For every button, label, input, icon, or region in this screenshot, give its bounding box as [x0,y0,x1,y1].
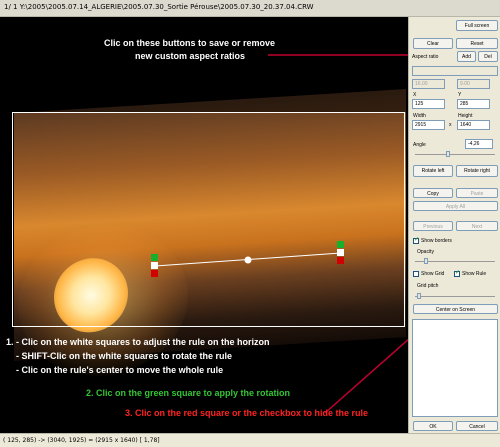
opacity-label: Opacity [417,249,434,255]
green-square-note: 2. Clic on the green square to apply the… [86,388,291,398]
rotate-left-button[interactable]: Rotate left [413,165,453,177]
del-ratio-button[interactable]: Del [478,51,498,62]
image-viewport[interactable]: Clic on these buttons to save or remove … [0,17,408,433]
aspect-ratio-select [412,66,498,76]
show-borders-label: Show borders [421,238,452,244]
apply-rotation-square-left[interactable] [151,254,158,261]
copy-button[interactable]: Copy [413,188,453,198]
rotate-right-button[interactable]: Rotate right [456,165,498,177]
control-panel: Full screen Clear Reset Aspect ratio Add… [408,17,500,433]
instruction-2: - SHIFT-Clic on the white squares to rot… [16,351,233,361]
annotation-top-1: Clic on these buttons to save or remove [104,38,276,48]
show-rule-label: Show Rule [462,271,487,277]
aspect-ratio-label: Aspect ratio [412,54,439,60]
y-label: Y [458,92,462,98]
instruction-1: 1. - Clic on the white squares to adjust… [6,337,270,347]
width-label: Width [413,113,426,119]
status-bar: ( 125, 285) -> (3040, 1925) = (2915 x 16… [0,433,500,447]
show-grid-checkbox[interactable] [413,271,419,277]
callout-line-rule [324,338,408,414]
reset-button[interactable]: Reset [456,38,498,49]
grid-pitch-slider-track[interactable] [415,296,495,297]
red-square-note: 3. Clic on the red square or the checkbo… [125,408,369,418]
show-rule-checkbox[interactable] [454,269,460,277]
full-screen-button[interactable]: Full screen [456,20,498,31]
center-on-screen-button[interactable]: Center on Screen [413,304,498,314]
annotation-top-2: new custom aspect ratios [135,51,246,61]
show-borders-checkbox[interactable] [413,236,419,244]
grid-pitch-label: Grid pitch [417,283,439,289]
angle-slider-track[interactable] [415,154,495,155]
apply-all-button: Apply All [413,201,498,211]
opacity-slider-thumb[interactable] [424,258,428,264]
aspect-height-field: 9.00 [457,79,490,89]
ok-button[interactable]: OK [413,421,453,431]
previous-button: Previous [413,221,453,231]
paste-button: Paste [456,188,498,198]
status-text: ( 125, 285) -> (3040, 1925) = (2915 x 16… [3,437,160,444]
window-title: 1/ 1 Y:\2005\2005.07.14_ALGERIE\2005.07.… [4,3,314,11]
x-label: X [413,92,417,98]
next-button: Next [456,221,498,231]
angle-label: Angle [413,142,426,148]
apply-rotation-square-right[interactable] [337,241,344,248]
clear-button[interactable]: Clear [413,38,453,49]
x-field[interactable]: 125 [412,99,445,109]
width-field[interactable]: 2915 [412,120,445,130]
show-grid-label: Show Grid [421,271,445,277]
add-ratio-button[interactable]: Add [457,51,476,62]
grid-pitch-slider-thumb[interactable] [417,293,421,299]
title-bar: 1/ 1 Y:\2005\2005.07.14_ALGERIE\2005.07.… [0,0,500,17]
adjust-rule-square-left[interactable] [151,262,158,269]
height-label: Height [458,113,473,119]
adjust-rule-square-right[interactable] [337,249,344,256]
angle-field[interactable]: -4,26 [465,139,493,149]
hide-rule-square-left[interactable] [151,270,158,277]
cancel-button[interactable]: Cancel [456,421,498,431]
angle-slider-thumb[interactable] [446,151,450,157]
aspect-width-field: 16.00 [412,79,445,89]
size-separator: x [449,122,452,128]
height-field[interactable]: 1640 [457,120,490,130]
rule-center-handle [244,256,252,264]
y-field[interactable]: 285 [457,99,490,109]
thumbnail-list[interactable] [412,319,498,417]
hide-rule-square-right[interactable] [337,257,344,264]
instruction-3: - Clic on the rule's center to move the … [16,365,224,375]
